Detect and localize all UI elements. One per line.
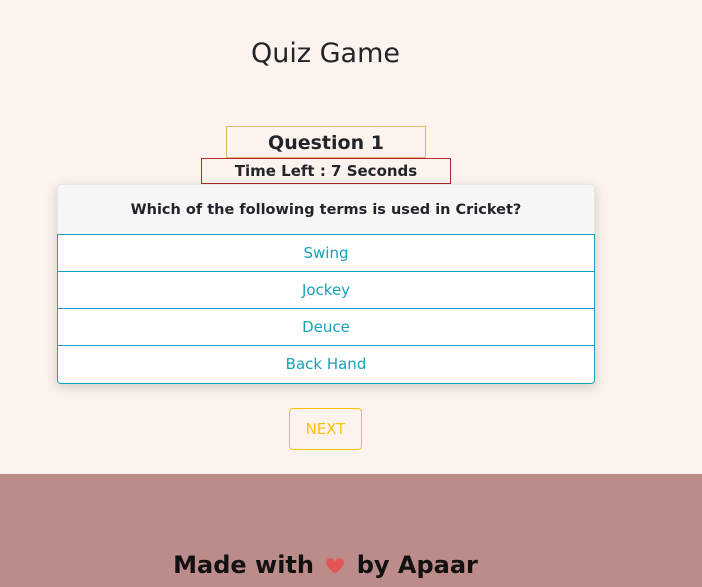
footer-suffix: by Apaar xyxy=(356,551,478,579)
timer-badge: Time Left : 7 Seconds xyxy=(201,158,451,184)
question-card: Which of the following terms is used in … xyxy=(57,184,595,384)
page-title: Quiz Game xyxy=(250,38,400,69)
heart-icon xyxy=(326,552,345,580)
options-list: Swing Jockey Deuce Back Hand xyxy=(57,234,595,384)
question-text: Which of the following terms is used in … xyxy=(57,184,595,234)
next-button[interactable]: NEXT xyxy=(289,408,362,450)
quiz-page: Quiz Game Question 1 Time Left : 7 Secon… xyxy=(0,0,702,474)
option-jockey[interactable]: Jockey xyxy=(58,272,594,309)
option-back-hand[interactable]: Back Hand xyxy=(58,346,594,383)
footer-prefix: Made with xyxy=(173,551,314,579)
option-deuce[interactable]: Deuce xyxy=(58,309,594,346)
footer-credit: Made with by Apaar xyxy=(0,551,651,580)
question-number-badge: Question 1 xyxy=(226,126,426,158)
option-swing[interactable]: Swing xyxy=(58,235,594,272)
footer: Made with by Apaar xyxy=(0,474,702,587)
